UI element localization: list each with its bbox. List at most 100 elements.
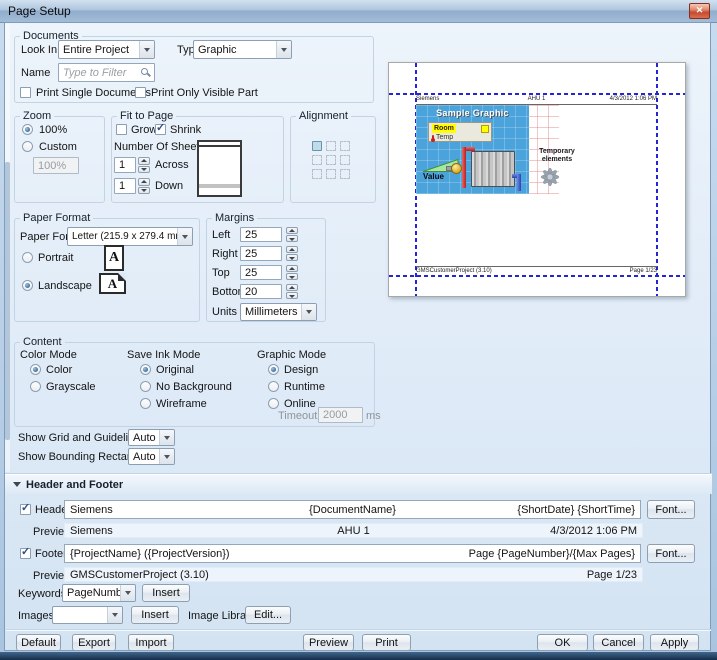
wireframe-radio[interactable] (140, 398, 151, 409)
portrait-radio[interactable] (22, 252, 33, 263)
chevron-down-icon (281, 48, 287, 52)
down-input[interactable]: 1 (114, 178, 136, 194)
keywords-insert-button[interactable]: Insert (142, 584, 190, 602)
page-footer-preview: GMSCustomerProject (3.10) Page 1/23 (416, 266, 657, 276)
type-dropdown[interactable]: Graphic (193, 40, 292, 59)
margin-right-input[interactable]: 25 (240, 246, 282, 261)
margin-top-input[interactable]: 25 (240, 265, 282, 280)
keywords-dropdown[interactable]: PageNumber (62, 584, 136, 602)
image-library-edit-button[interactable]: Edit... (245, 606, 291, 624)
grayscale-radio[interactable] (30, 381, 41, 392)
alignment-cell-middle-center[interactable] (326, 155, 336, 165)
footer-preview-strip: GMSCustomerProject (3.10) Page 1/23 (64, 567, 643, 582)
spinner-down-icon[interactable] (138, 187, 150, 195)
alignment-cell-top-left[interactable] (312, 141, 322, 151)
apply-button[interactable]: Apply (650, 634, 699, 651)
across-stepper[interactable] (138, 157, 150, 173)
zoom-100-radio[interactable] (22, 124, 33, 135)
spinner-up-icon[interactable] (286, 284, 298, 291)
footer-preview-right: Page 1/23 (587, 569, 637, 581)
chevron-down-icon (112, 613, 118, 617)
header-text-input[interactable]: Siemens {DocumentName} {ShortDate} {Shor… (64, 500, 641, 519)
across-label: Across (155, 159, 189, 171)
runtime-radio[interactable] (268, 381, 279, 392)
margin-bottom-stepper[interactable] (286, 284, 298, 299)
alignment-cell-top-center[interactable] (326, 141, 336, 151)
margin-top-stepper[interactable] (286, 265, 298, 280)
export-button[interactable]: Export (72, 634, 116, 651)
across-input[interactable]: 1 (114, 157, 136, 173)
spinner-up-icon[interactable] (138, 178, 150, 186)
timeout-input[interactable]: 2000 (318, 407, 363, 423)
preview-button[interactable]: Preview (303, 634, 354, 651)
spinner-down-icon[interactable] (138, 166, 150, 174)
images-dropdown[interactable] (52, 606, 123, 624)
spinner-up-icon[interactable] (286, 246, 298, 253)
page-footer-right: Page 1/23 (630, 267, 657, 276)
margin-bottom-input[interactable]: 20 (240, 284, 282, 299)
header-preview-center: AHU 1 (337, 525, 369, 537)
spinner-up-icon[interactable] (286, 227, 298, 234)
spinner-down-icon[interactable] (286, 273, 298, 280)
zoom-custom-input[interactable]: 100% (33, 157, 79, 174)
footer-label: Footer (35, 548, 67, 560)
spinner-up-icon[interactable] (286, 265, 298, 272)
footer-checkbox[interactable] (20, 548, 31, 559)
down-stepper[interactable] (138, 178, 150, 194)
alignment-cell-bottom-left[interactable] (312, 169, 322, 179)
online-radio[interactable] (268, 398, 279, 409)
color-radio[interactable] (30, 364, 41, 375)
spinner-up-icon[interactable] (138, 157, 150, 165)
header-checkbox[interactable] (20, 504, 31, 515)
show-grid-dropdown[interactable]: Auto (128, 429, 175, 446)
show-bounding-value: Auto (133, 451, 156, 463)
default-button[interactable]: Default (16, 634, 61, 651)
margin-left-input[interactable]: 25 (240, 227, 282, 242)
left-scrollbar[interactable] (5, 24, 10, 472)
spinner-down-icon[interactable] (286, 254, 298, 261)
header-footer-expander[interactable]: Header and Footer (5, 474, 712, 494)
ok-button[interactable]: OK (537, 634, 588, 651)
alignment-cell-bottom-center[interactable] (326, 169, 336, 179)
alignment-cell-top-right[interactable] (340, 141, 350, 151)
shrink-checkbox[interactable] (155, 124, 166, 135)
zoom-custom-radio[interactable] (22, 141, 33, 152)
print-single-documents-checkbox[interactable] (20, 87, 31, 98)
alignment-cell-middle-left[interactable] (312, 155, 322, 165)
page-fold-icon (118, 273, 126, 281)
margin-left-stepper[interactable] (286, 227, 298, 242)
spinner-down-icon[interactable] (286, 292, 298, 299)
show-bounding-dropdown[interactable]: Auto (128, 448, 175, 465)
look-in-dropdown[interactable]: Entire Project (58, 40, 155, 59)
name-filter-input[interactable]: Type to Filter (58, 63, 155, 82)
header-font-button[interactable]: Font... (647, 500, 695, 519)
units-dropdown[interactable]: Millimeters (240, 303, 317, 321)
print-button[interactable]: Print (362, 634, 411, 651)
room-row: Room (429, 123, 491, 133)
timeout-value: 2000 (323, 409, 347, 421)
landscape-radio[interactable] (22, 280, 33, 291)
footer-right-token: Page {PageNumber}/{Max Pages} (469, 548, 635, 560)
spinner-down-icon[interactable] (286, 235, 298, 242)
close-icon[interactable]: ✕ (689, 3, 710, 19)
footer-text-input[interactable]: {ProjectName} ({ProjectVersion}) Page {P… (64, 544, 641, 563)
footer-font-button[interactable]: Font... (647, 544, 695, 563)
search-icon[interactable] (140, 67, 151, 78)
import-button[interactable]: Import (128, 634, 174, 651)
alignment-cell-bottom-right[interactable] (340, 169, 350, 179)
design-radio[interactable] (268, 364, 279, 375)
scrollbar-thumb[interactable] (5, 162, 10, 440)
alignment-cell-middle-right[interactable] (340, 155, 350, 165)
collapse-triangle-icon (13, 482, 21, 487)
images-insert-button[interactable]: Insert (131, 606, 179, 624)
margin-right-stepper[interactable] (286, 246, 298, 261)
grow-checkbox[interactable] (116, 124, 127, 135)
fan-icon (540, 165, 560, 189)
no-background-radio[interactable] (140, 381, 151, 392)
print-only-visible-part-checkbox[interactable] (135, 87, 146, 98)
paper-form-dropdown[interactable]: Letter (215.9 x 279.4 mm) (67, 227, 193, 246)
chevron-down-icon (144, 48, 150, 52)
cancel-button[interactable]: Cancel (593, 634, 644, 651)
original-radio[interactable] (140, 364, 151, 375)
name-filter-placeholder: Type to Filter (63, 67, 126, 79)
